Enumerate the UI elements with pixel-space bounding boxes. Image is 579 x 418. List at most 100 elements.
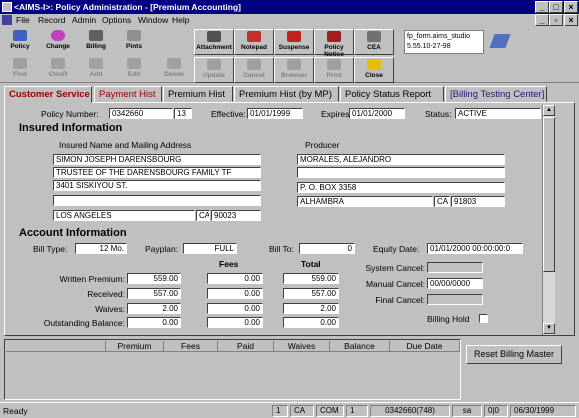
grid-header-waives[interactable]: Waives (274, 341, 330, 352)
menu-window[interactable]: Window (138, 15, 168, 25)
policy-icon (13, 30, 27, 41)
change-icon (51, 30, 65, 41)
written-premium-amount[interactable]: 559.00 (127, 273, 181, 284)
waives-total[interactable]: 2.00 (283, 303, 339, 314)
maximize-button[interactable]: □ (549, 1, 563, 13)
effective-date-field[interactable]: 01/01/1999 (247, 108, 303, 119)
policy-button[interactable]: Policy (0, 29, 40, 55)
status-cell-user: sa (452, 405, 482, 417)
policy-notice-icon (327, 31, 341, 42)
pints-icon (127, 30, 141, 41)
outstanding-balance-total[interactable]: 0.00 (283, 317, 339, 328)
child-close-button[interactable]: × (564, 14, 578, 26)
tab-premium-hist[interactable]: Premium Hist (163, 86, 233, 102)
expires-label: Expires (321, 109, 350, 119)
tab-customer-service[interactable]: Customer Service (4, 86, 92, 103)
closr-button[interactable]: ClosR (38, 57, 78, 83)
insured-city-field[interactable]: LOS ANGELES (53, 210, 195, 221)
insured-line-3[interactable]: 3401 SISKIYOU ST. (53, 180, 261, 191)
scroll-thumb[interactable] (543, 117, 555, 272)
insured-state-field[interactable]: CA (196, 210, 210, 221)
billing-button[interactable]: Billing (76, 29, 116, 55)
find-button[interactable]: Find (0, 57, 40, 83)
document-icon[interactable] (2, 15, 12, 25)
status-field[interactable]: ACTIVE (455, 108, 541, 119)
grid-header-balance[interactable]: Balance (330, 341, 390, 352)
final-cancel-field[interactable] (427, 294, 483, 305)
grid-header-premium[interactable]: Premium (106, 341, 164, 352)
insured-line-1[interactable]: SIMON JOSEPH DARENSBOURG (53, 154, 261, 165)
producer-city-field[interactable]: ALHAMBRA (297, 196, 433, 207)
menu-admin[interactable]: Admin (72, 15, 96, 25)
minimize-button[interactable]: _ (535, 1, 549, 13)
written-premium-total[interactable]: 559.00 (283, 273, 339, 284)
browser-button[interactable]: Browser (274, 57, 314, 83)
policy-number-field[interactable]: 0342660 (109, 108, 173, 119)
outstanding-balance-fees[interactable]: 0.00 (207, 317, 263, 328)
received-amount[interactable]: 557.00 (127, 288, 181, 299)
close-button[interactable]: × (564, 1, 578, 13)
menu-options[interactable]: Options (102, 15, 131, 25)
notepad-button[interactable]: Notepad (234, 29, 274, 55)
cancel-button[interactable]: Cancel (234, 57, 274, 83)
equity-date-field[interactable]: 01/01/2000 00:00:00:0 (427, 243, 523, 254)
print-button[interactable]: Print (314, 57, 354, 83)
status-cell-counts: 0|0 (484, 405, 508, 417)
waives-amount[interactable]: 2.00 (127, 303, 181, 314)
producer-state-field[interactable]: CA (434, 196, 450, 207)
producer-line-3[interactable]: P. O. BOX 3358 (297, 182, 505, 193)
written-premium-fees[interactable]: 0.00 (207, 273, 263, 284)
insured-line-4[interactable] (53, 195, 261, 206)
cea-button[interactable]: CEA (354, 29, 394, 55)
grid-header-fees[interactable]: Fees (164, 341, 218, 352)
expires-date-field[interactable]: 01/01/2000 (349, 108, 405, 119)
manual-cancel-field[interactable]: 00/00/0000 (427, 278, 483, 289)
scroll-up-arrow-icon[interactable]: ▲ (543, 105, 555, 116)
bill-type-field[interactable]: 12 Mo. (75, 243, 127, 254)
bill-to-field[interactable]: 0 (299, 243, 355, 254)
delete-button[interactable]: Delete (154, 57, 194, 83)
insured-line-2[interactable]: TRUSTEE OF THE DARENSBOURG FAMILY TF (53, 167, 261, 178)
child-restore-button[interactable]: ▫ (549, 14, 563, 26)
reset-billing-master-button[interactable]: Reset Billing Master (466, 345, 562, 364)
add-button[interactable]: Add (76, 57, 116, 83)
insured-zip-field[interactable]: 90023 (211, 210, 261, 221)
producer-line-2[interactable] (297, 167, 505, 178)
policy-suffix-field[interactable]: 13 (174, 108, 192, 119)
outstanding-balance-amount[interactable]: 0.00 (127, 317, 181, 328)
grid-header-paid[interactable]: Paid (218, 341, 274, 352)
close-toolbar-button[interactable]: Close (354, 57, 394, 83)
billing-grid[interactable]: Premium Fees Paid Waives Balance Due Dat… (4, 339, 461, 400)
tab-payment-hist[interactable]: Payment Hist (94, 86, 162, 102)
child-minimize-button[interactable]: _ (535, 14, 549, 26)
tab-billing-testing-center[interactable]: [Billing Testing Center] (445, 86, 547, 102)
scroll-down-arrow-icon[interactable]: ▼ (543, 323, 555, 334)
payplan-field[interactable]: FULL (183, 243, 237, 254)
suspense-button[interactable]: Suspense (274, 29, 314, 55)
menu-file[interactable]: File (16, 15, 30, 25)
tab-policy-status-report[interactable]: Policy Status Report (340, 86, 444, 102)
producer-line-1[interactable]: MORALES, ALEJANDRO (297, 154, 505, 165)
waives-fees[interactable]: 0.00 (207, 303, 263, 314)
system-cancel-field[interactable] (427, 262, 483, 273)
grid-header-due-date[interactable]: Due Date (390, 341, 460, 352)
menu-help[interactable]: Help (172, 15, 189, 25)
system-cancel-label: System Cancel: (365, 263, 425, 273)
edit-button[interactable]: Edit (114, 57, 154, 83)
update-button[interactable]: Update (194, 57, 234, 83)
policy-number-label: Policy Number: (41, 109, 99, 119)
received-fees[interactable]: 0.00 (207, 288, 263, 299)
tab-premium-hist-by-mp[interactable]: Premium Hist (by MP) (234, 86, 339, 102)
change-button[interactable]: Change (38, 29, 78, 55)
policy-notice-button[interactable]: Policy Notice (314, 29, 354, 58)
attachment-button[interactable]: Attachment (194, 29, 234, 55)
billing-hold-checkbox[interactable] (479, 314, 488, 323)
menu-bar: File Record Admin Options Window Help _ … (0, 14, 579, 26)
producer-zip-field[interactable]: 91803 (451, 196, 505, 207)
fees-header: Fees (219, 259, 239, 269)
billing-icon (89, 30, 103, 41)
menu-record[interactable]: Record (38, 15, 65, 25)
received-total[interactable]: 557.00 (283, 288, 339, 299)
pints-button[interactable]: Pints (114, 29, 154, 55)
vertical-scrollbar[interactable]: ▲ ▼ (542, 105, 555, 335)
